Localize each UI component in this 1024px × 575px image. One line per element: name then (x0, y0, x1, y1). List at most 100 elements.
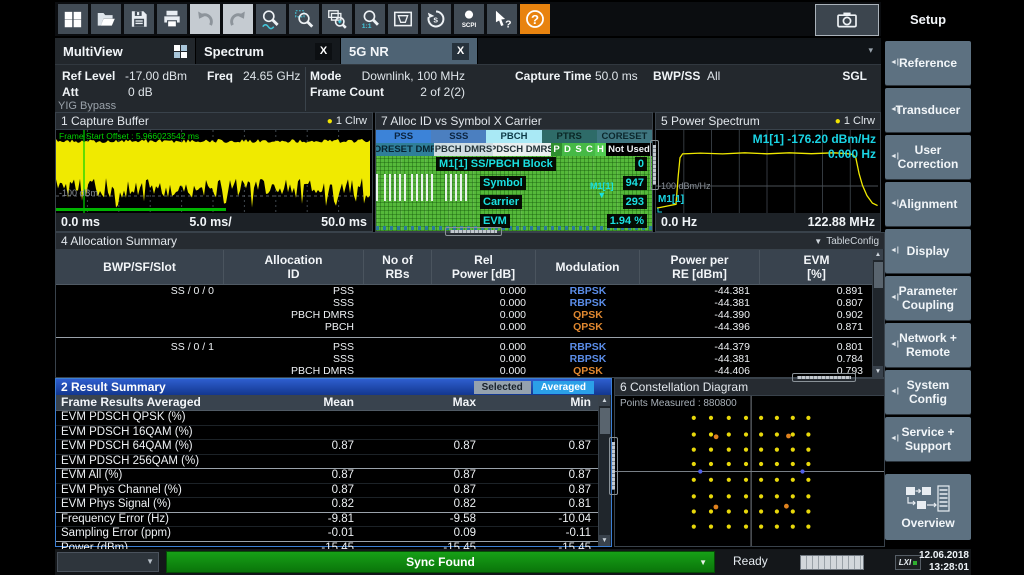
softkey-transducer[interactable]: ◄|Transducer (885, 88, 971, 132)
cell-rbs (364, 353, 432, 365)
windows-button[interactable] (58, 4, 88, 34)
rs-col-min: Min (484, 395, 599, 410)
tab-spectrum[interactable]: Spectrum X (196, 38, 341, 64)
time-value: 13:28:01 (913, 562, 969, 574)
undo-button[interactable] (190, 4, 220, 34)
splitter-grip-vertical[interactable] (650, 140, 659, 190)
help-button[interactable]: ? (520, 4, 550, 34)
cell-slot (56, 321, 224, 333)
power-spectrum-plot[interactable]: M1[1] -176.20 dBm/Hz 0.000 Hz -100 dBm/H… (656, 130, 880, 213)
redo-button[interactable] (223, 4, 253, 34)
att-value[interactable]: 0 dB (128, 85, 153, 99)
status-dropdown[interactable]: ▼ (57, 552, 159, 572)
allocation-summary-col-header: Modulation (536, 250, 640, 284)
tab-multiview[interactable]: MultiView (55, 38, 196, 64)
tab-spectrum-label: Spectrum (204, 44, 264, 59)
print-button[interactable] (157, 4, 187, 34)
marker-m1-label[interactable]: M1[1] (658, 194, 684, 205)
allocation-summary-scrollbar[interactable]: ▲ ▼ (872, 249, 884, 377)
marker-info-label[interactable]: Carrier (480, 195, 522, 209)
softkey-system-config[interactable]: ◄|System Config (885, 370, 971, 414)
scrollbar-thumb[interactable] (874, 262, 883, 288)
alloc-map-title: 7 Alloc ID vs Symbol X Carrier (381, 114, 542, 128)
tab-bar: MultiView Spectrum X 5G NR X ▾ (55, 38, 881, 64)
alloc-resource-grid[interactable]: M1[1]▼ M1[1] SS/PBCH Block0Symbol947Carr… (376, 156, 652, 231)
spectrum-x-start: 0.0 Hz (661, 215, 697, 229)
marker-info-label[interactable]: EVM (480, 214, 510, 228)
softkey-parameter-coupling[interactable]: ◄|Parameter Coupling (885, 276, 971, 320)
ready-indicator: Ready (733, 554, 768, 568)
ref-level-value[interactable]: -17.00 dBm (125, 69, 187, 83)
scroll-up-icon[interactable]: ▲ (599, 395, 610, 406)
capture-x-start: 0.0 ms (61, 215, 100, 229)
constellation-plot[interactable]: Points Measured : 880800 (615, 396, 884, 546)
capture-x-end: 50.0 ms (321, 215, 367, 229)
scroll-down-icon[interactable]: ▼ (599, 535, 610, 546)
zoom-1-1-button[interactable]: 1:1 (355, 4, 385, 34)
context-help-button[interactable]: ? (487, 4, 517, 34)
cell-rel-power: 0.000 (432, 297, 536, 309)
points-measured-label: Points Measured : 880800 (620, 398, 737, 409)
softkey-alignment[interactable]: ◄|Alignment (885, 182, 971, 226)
fit-window-button[interactable] (388, 4, 418, 34)
splitter-grip-horizontal[interactable] (445, 227, 502, 236)
scrollbar-thumb[interactable] (600, 408, 610, 434)
overview-button[interactable]: Overview (885, 474, 971, 540)
marker-info-label[interactable]: Symbol (480, 176, 526, 190)
open-button[interactable] (91, 4, 121, 34)
legend-chip-p: P (551, 143, 562, 156)
sequencer-button[interactable]: s (421, 4, 451, 34)
power-spectrum-titlebar[interactable]: 5 Power Spectrum ●1 Clrw (656, 113, 880, 130)
bwp-ss-value[interactable]: All (707, 69, 720, 83)
tab-spectrum-close-icon[interactable]: X (315, 43, 332, 60)
softkey-display[interactable]: ◄|Display (885, 229, 971, 273)
scroll-down-icon[interactable]: ▼ (873, 366, 883, 377)
cell-evm: 0.902 (760, 309, 873, 321)
tab-5gnr[interactable]: 5G NR X (341, 38, 478, 64)
softkey-service-support[interactable]: ◄|Service + Support (885, 417, 971, 461)
cell-power-re: -44.379 (640, 341, 760, 353)
splitter-grip-vertical[interactable] (609, 437, 618, 495)
softkey-network-remote[interactable]: ◄|Network + Remote (885, 323, 971, 367)
cell-modulation: RBPSK (536, 353, 640, 365)
tab-overflow-chevron-icon[interactable]: ▾ (868, 45, 873, 56)
tab-selected[interactable]: Selected (474, 381, 531, 394)
cell-max: -9.58 (362, 513, 484, 527)
freq-value[interactable]: 24.65 GHz (243, 69, 300, 83)
mode-value[interactable]: Downlink, 100 MHz (330, 69, 465, 83)
tab-averaged[interactable]: Averaged (533, 381, 594, 394)
alloc-map-titlebar[interactable]: 7 Alloc ID vs Symbol X Carrier (376, 113, 652, 130)
marker-info-value: 0 (635, 157, 647, 171)
tab-5gnr-close-icon[interactable]: X (452, 43, 469, 60)
capture-buffer-titlebar[interactable]: 1 Capture Buffer ●1 Clrw (56, 113, 372, 130)
camera-icon (834, 8, 860, 32)
cell-rbs (364, 309, 432, 321)
zoom-area-button[interactable] (289, 4, 319, 34)
multi-zoom-button[interactable] (322, 4, 352, 34)
capture-buffer-plot[interactable]: Frame Start Offset : 5.966023542 ms -100… (56, 130, 372, 213)
print-icon (161, 8, 183, 30)
softkey-user-correction[interactable]: ◄|User Correction (885, 135, 971, 179)
scroll-up-icon[interactable]: ▲ (873, 249, 883, 260)
sync-state-bar[interactable]: Sync Found ▼ (166, 551, 715, 573)
softkey-expand-icon: ◄| (890, 56, 899, 70)
table-config-button[interactable]: ▼TableConfig (814, 236, 879, 247)
cell-label: EVM All (%) (56, 469, 252, 483)
softkey-label: Network + Remote (899, 331, 957, 359)
scpi-recorder-button[interactable]: SCPI (454, 4, 484, 34)
splitter-grip-horizontal[interactable] (792, 373, 856, 382)
screenshot-camera-button[interactable] (815, 4, 879, 36)
result-summary-titlebar[interactable]: 2 Result Summary Selected Averaged (56, 379, 611, 395)
marker-info-label[interactable]: M1[1] SS/PBCH Block (436, 157, 556, 171)
legend-chip-sss: SSS (431, 130, 486, 143)
softkey-label: Alignment (899, 197, 958, 211)
frame-count-value[interactable]: 2 of 2(2) (330, 85, 465, 99)
save-button[interactable] (124, 4, 154, 34)
softkey-reference[interactable]: ◄|Reference (885, 41, 971, 85)
open-icon (95, 8, 117, 30)
table-row: PBCH DMRS0.000QPSK-44.3900.902 (56, 309, 873, 321)
zoom-trace-button[interactable] (256, 4, 286, 34)
capture-time-value[interactable]: 50.0 ms (595, 69, 638, 83)
softkey-expand-icon: ◄| (890, 338, 899, 352)
context-help-icon: ? (491, 8, 513, 30)
